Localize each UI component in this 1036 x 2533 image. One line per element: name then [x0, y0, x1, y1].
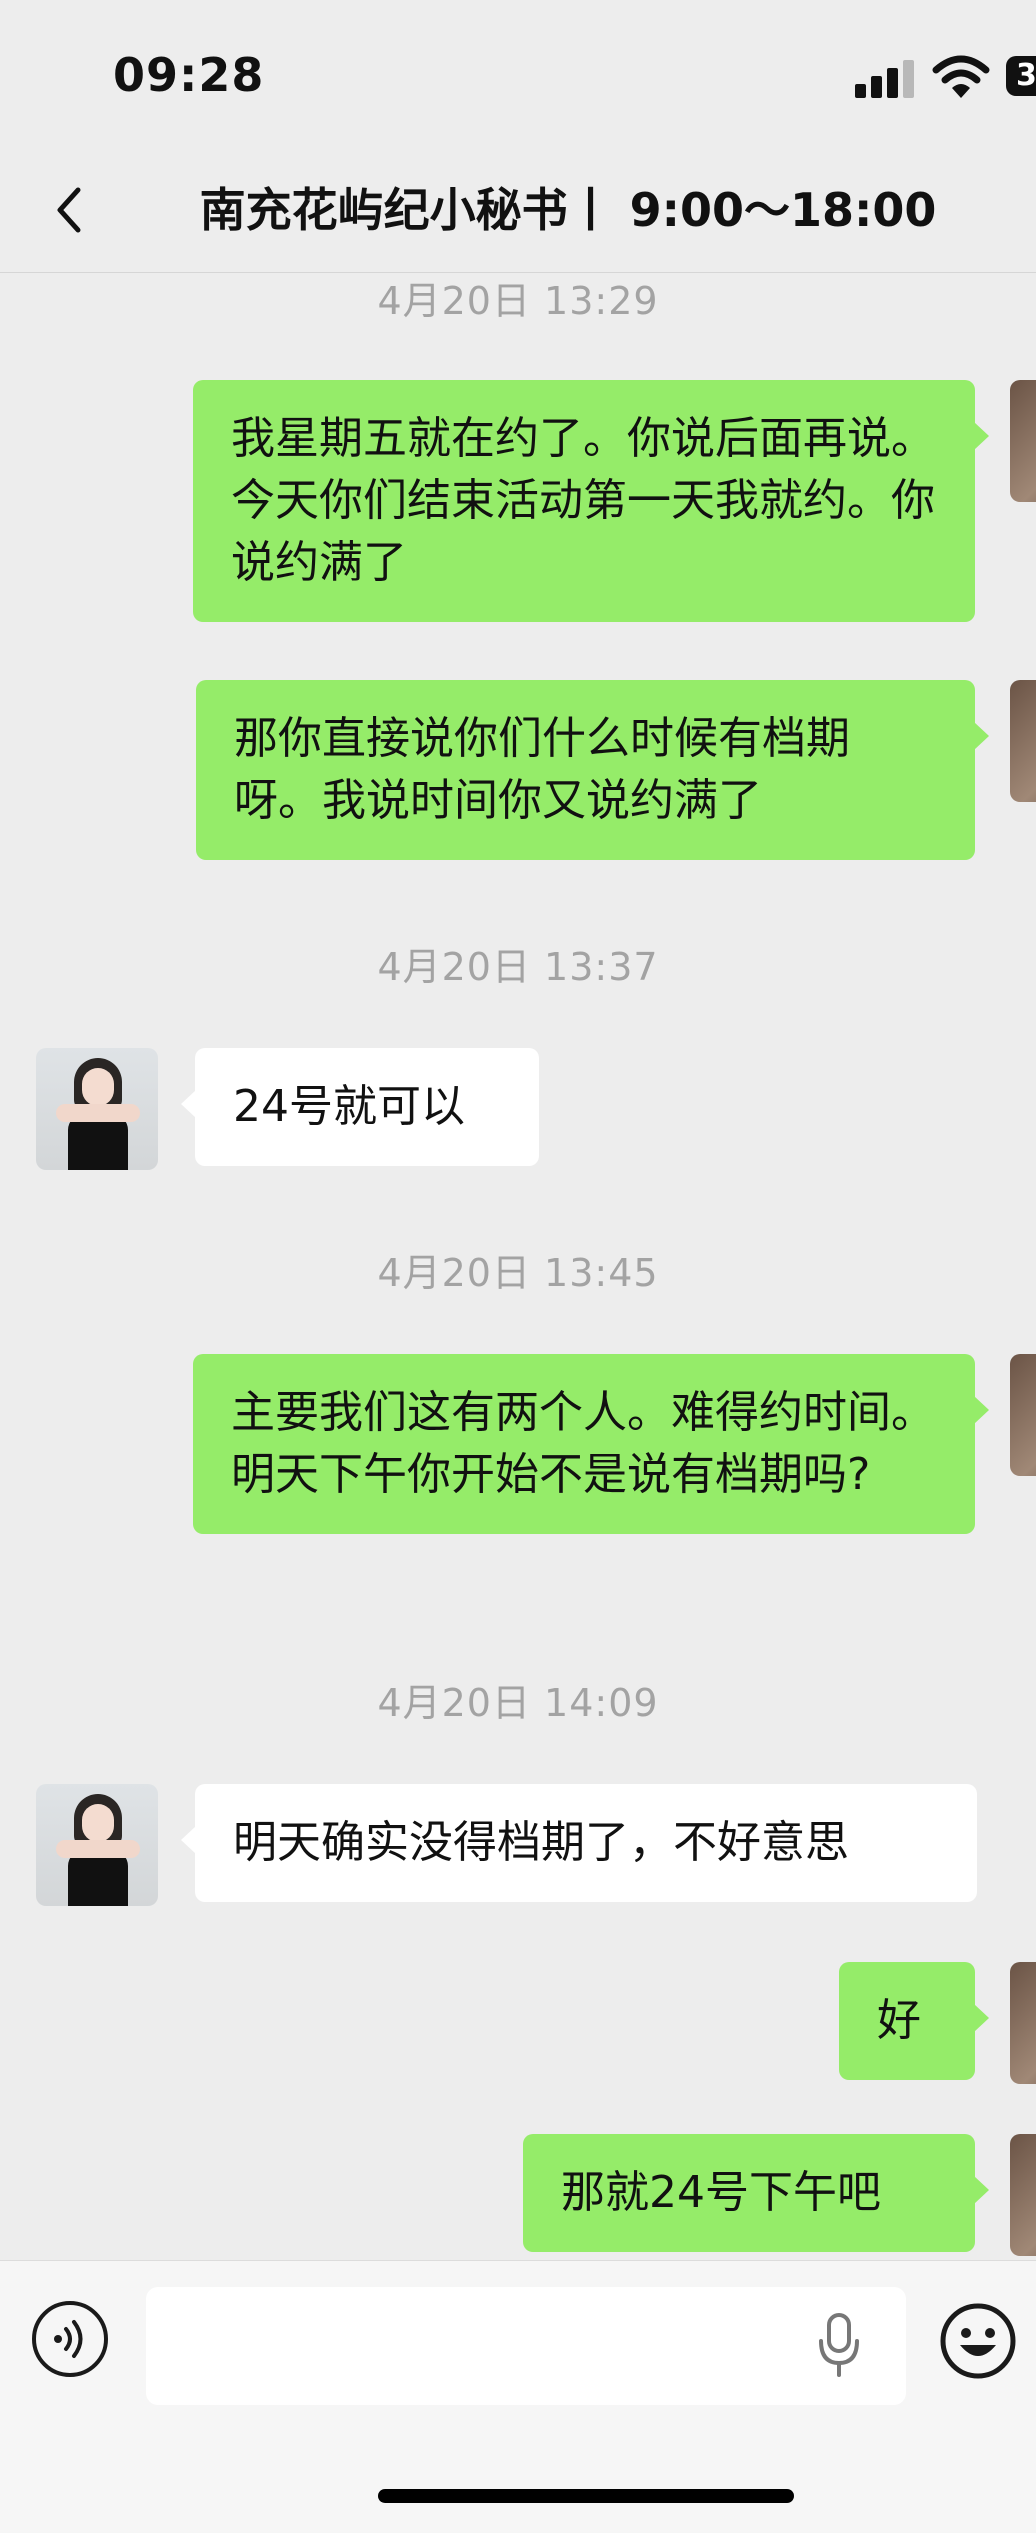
back-chevron-icon[interactable]: [48, 180, 92, 240]
outgoing-message[interactable]: 我星期五就在约了。你说后面再说。今天你们结束活动第一天我就约。你说约满了: [193, 380, 989, 622]
message-list[interactable]: 4月20日 13:29 我星期五就在约了。你说后面再说。今天你们结束活动第一天我…: [0, 272, 1036, 2260]
message-timestamp: 4月20日 14:09: [377, 1681, 659, 1725]
outgoing-message[interactable]: 那你直接说你们什么时候有档期呀。我说时间你又说约满了: [196, 680, 989, 860]
chat-header: 南充花屿纪小秘书丨 9:00～18:00: [0, 150, 1036, 273]
voice-mode-button[interactable]: [32, 2301, 108, 2377]
outgoing-message[interactable]: 那就24号下午吧: [523, 2134, 989, 2252]
status-bar: 09:28 3: [0, 0, 1036, 150]
message-timestamp: 4月20日 13:45: [377, 1251, 659, 1295]
outgoing-message[interactable]: 好: [839, 1962, 989, 2080]
microphone-icon[interactable]: [812, 2311, 866, 2381]
message-timestamp: 4月20日 13:37: [377, 945, 659, 989]
battery-icon: 3: [1006, 56, 1036, 96]
message-input[interactable]: [146, 2287, 906, 2405]
contact-avatar[interactable]: [36, 1784, 158, 1906]
my-avatar[interactable]: [1010, 1354, 1036, 1476]
wifi-icon: [932, 55, 990, 98]
my-avatar[interactable]: [1010, 2134, 1036, 2256]
my-avatar[interactable]: [1010, 1962, 1036, 2084]
incoming-message[interactable]: 明天确实没得档期了，不好意思: [181, 1784, 977, 1902]
contact-avatar[interactable]: [36, 1048, 158, 1170]
voice-wave-icon: [54, 2320, 83, 2358]
cellular-signal-icon: [855, 58, 917, 98]
home-indicator[interactable]: [378, 2489, 794, 2503]
status-time: 09:28: [113, 48, 265, 102]
my-avatar[interactable]: [1010, 380, 1036, 502]
message-timestamp: 4月20日 13:29: [377, 279, 659, 323]
outgoing-message[interactable]: 主要我们这有两个人。难得约时间。明天下午你开始不是说有档期吗?: [193, 1354, 989, 1534]
my-avatar[interactable]: [1010, 680, 1036, 802]
chat-title[interactable]: 南充花屿纪小秘书丨 9:00～18:00: [120, 180, 1016, 240]
emoji-icon[interactable]: [938, 2301, 1018, 2381]
incoming-message[interactable]: 24号就可以: [181, 1048, 539, 1166]
